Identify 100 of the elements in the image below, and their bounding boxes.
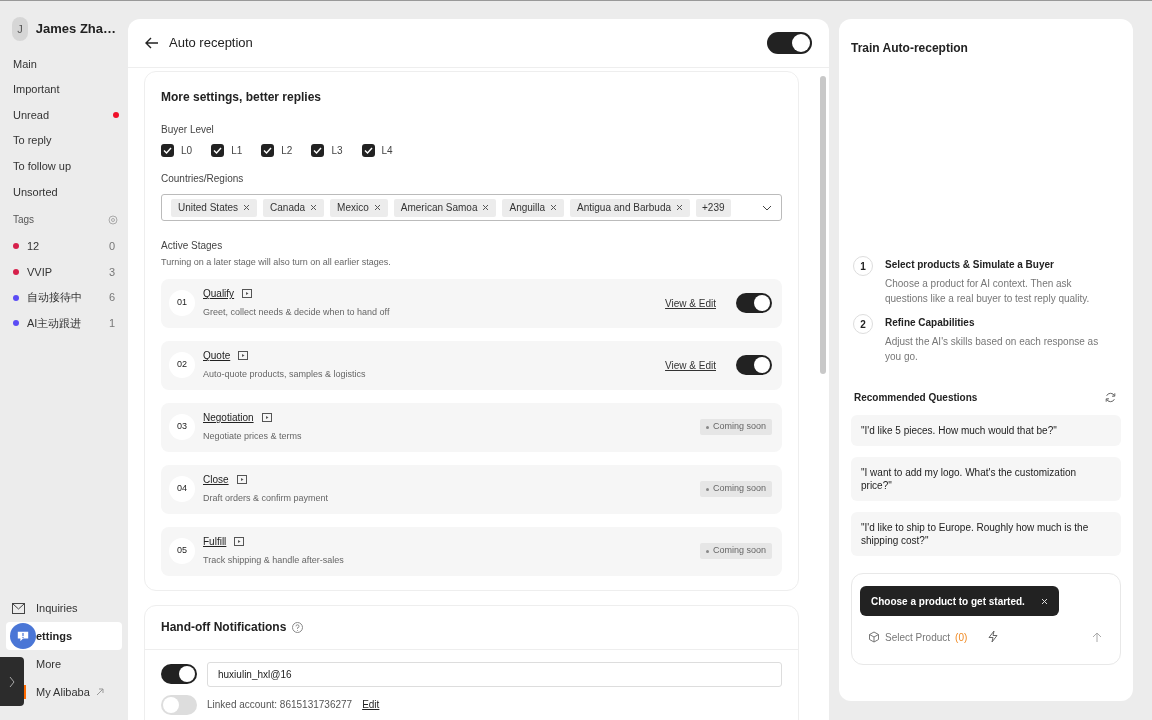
toggle-switch[interactable] <box>736 355 772 375</box>
stage-number: 03 <box>169 414 195 440</box>
close-icon <box>1040 597 1048 605</box>
stage-link[interactable]: Fulfill <box>203 534 227 550</box>
field-label: Countries/Regions <box>161 172 245 186</box>
nav-item[interactable]: Main <box>13 55 37 73</box>
nav-item[interactable]: Unsorted <box>13 183 58 200</box>
cube-icon <box>868 631 880 643</box>
stage-description: Greet, collect needs & decide when to hand off <box>203 306 391 320</box>
toggle-switch[interactable] <box>161 664 197 684</box>
country-tag: Antigua and Barbuda <box>570 198 691 217</box>
step-title: Refine Capabilities <box>885 316 976 330</box>
chat-composer[interactable]: Choose a product to get started. Select Product (0) <box>851 573 1121 665</box>
send-arrow-icon <box>1092 632 1102 643</box>
edit-link[interactable]: View & Edit <box>665 295 716 311</box>
scrollbar[interactable] <box>820 76 826 374</box>
stage-number: 01 <box>169 290 195 316</box>
chevron-right-icon <box>9 675 15 688</box>
question-card[interactable]: "I want to add my logo. What's the customization price?" <box>851 457 1121 501</box>
stage-link[interactable]: Negotiation <box>203 410 254 426</box>
back-arrow-icon <box>145 37 159 49</box>
play-icon <box>236 475 247 485</box>
play-icon <box>234 537 245 547</box>
close-icon <box>243 204 251 211</box>
country-tag: Mexico <box>330 198 388 217</box>
checkbox[interactable] <box>261 144 275 157</box>
stage-description: Negotiate prices & terms <box>203 430 303 444</box>
edit-link[interactable]: View & Edit <box>665 357 716 373</box>
nav-item[interactable]: To follow up <box>13 157 72 175</box>
email-field[interactable]: huxiulin_hxl@16 <box>207 661 782 687</box>
chat-bubble-icon <box>10 621 36 651</box>
toggle-switch[interactable] <box>767 32 812 54</box>
nav-item[interactable]: My Alibaba <box>36 683 90 701</box>
field-label: Active Stages <box>161 239 224 253</box>
status-badge: Coming soon <box>699 419 772 435</box>
country-tag: United States <box>171 198 258 217</box>
country-tag: Anguilla <box>502 198 565 217</box>
tooltip-text: Choose a product to get started. <box>871 594 1025 609</box>
selected-nav-item[interactable]: ettings <box>6 622 122 650</box>
chevron-down-icon <box>762 204 772 211</box>
nav-item[interactable]: Inquiries <box>36 599 78 617</box>
stage-description: Auto-quote products, samples & logistics <box>203 368 367 382</box>
nav-item[interactable]: To reply <box>13 132 52 149</box>
question-card[interactable]: "I'd like to ship to Europe. Roughly how much is the shipping cost?" <box>851 512 1121 556</box>
checkbox-label: L4 <box>381 144 393 158</box>
avatar: J <box>12 17 28 41</box>
checkbox[interactable] <box>161 144 174 157</box>
stage-link[interactable]: Quote <box>203 348 231 364</box>
refresh-icon <box>1105 392 1116 403</box>
multi-select[interactable]: United States Canada Mexico American Samoa Anguilla Antigua and Barbuda +239 <box>161 194 782 221</box>
nav-item[interactable]: Unread <box>13 106 50 124</box>
tag-item[interactable]: 12 <box>27 238 109 255</box>
tag-count: 1 <box>108 315 115 331</box>
tag-item[interactable]: 自动接待中 <box>27 289 109 306</box>
mail-icon <box>12 602 25 614</box>
checkbox[interactable] <box>311 144 325 157</box>
tag-item[interactable]: VVIP <box>27 263 109 281</box>
tag-item[interactable]: AI主动跟进 <box>27 314 109 332</box>
checkbox[interactable] <box>361 144 375 157</box>
stage-number: 04 <box>169 476 195 502</box>
stage-number: 05 <box>169 538 195 564</box>
section-title: Recommended Questions <box>854 391 978 405</box>
play-icon <box>261 413 272 423</box>
close-icon <box>373 204 381 211</box>
checkbox-label: L1 <box>231 144 243 158</box>
status-badge: Coming soon <box>699 543 772 559</box>
status-badge: Coming soon <box>699 481 772 497</box>
settings-icon <box>108 214 118 225</box>
nav-item[interactable]: More <box>36 655 62 673</box>
lightning-icon <box>987 630 1000 643</box>
checkbox-label: L0 <box>181 144 193 158</box>
checkbox-label: L3 <box>331 144 343 158</box>
edit-link[interactable]: Edit <box>362 697 380 712</box>
card-title: Hand-off Notifications <box>161 619 287 636</box>
play-icon <box>242 289 253 299</box>
step-description: Adjust the AI's skills based on each response as you go. <box>885 335 1100 364</box>
tag-count: 6 <box>108 290 115 306</box>
page-title: Auto reception <box>169 34 253 53</box>
close-icon <box>310 204 318 211</box>
user-name: James Zha… <box>35 20 116 39</box>
toggle-switch[interactable] <box>161 694 197 715</box>
close-icon <box>676 204 684 211</box>
stage-link[interactable]: Close <box>203 472 229 488</box>
card-title: More settings, better replies <box>161 89 323 106</box>
toggle-switch[interactable] <box>736 293 772 313</box>
checkbox[interactable] <box>211 144 225 157</box>
stage-description: Draft orders & confirm payment <box>203 492 330 506</box>
help-icon <box>292 621 304 633</box>
product-count: (0) <box>955 630 968 645</box>
country-tag: Canada <box>263 198 325 217</box>
question-card[interactable]: "I'd like 5 pieces. How much would that be?" <box>851 415 1121 446</box>
country-tag: American Samoa <box>393 198 497 217</box>
step-title: Select products & Simulate a Buyer <box>885 258 1055 272</box>
linked-account-text: Linked account: 8615131736277 <box>207 698 353 712</box>
stage-link[interactable]: Qualify <box>203 286 235 302</box>
hint-text: Turning on a later stage will also turn on all earlier stages. <box>161 256 392 269</box>
nav-item[interactable]: Important <box>13 81 60 98</box>
tag-count: 0 <box>108 239 115 255</box>
tag-count: 3 <box>108 264 115 280</box>
close-icon <box>482 204 490 211</box>
